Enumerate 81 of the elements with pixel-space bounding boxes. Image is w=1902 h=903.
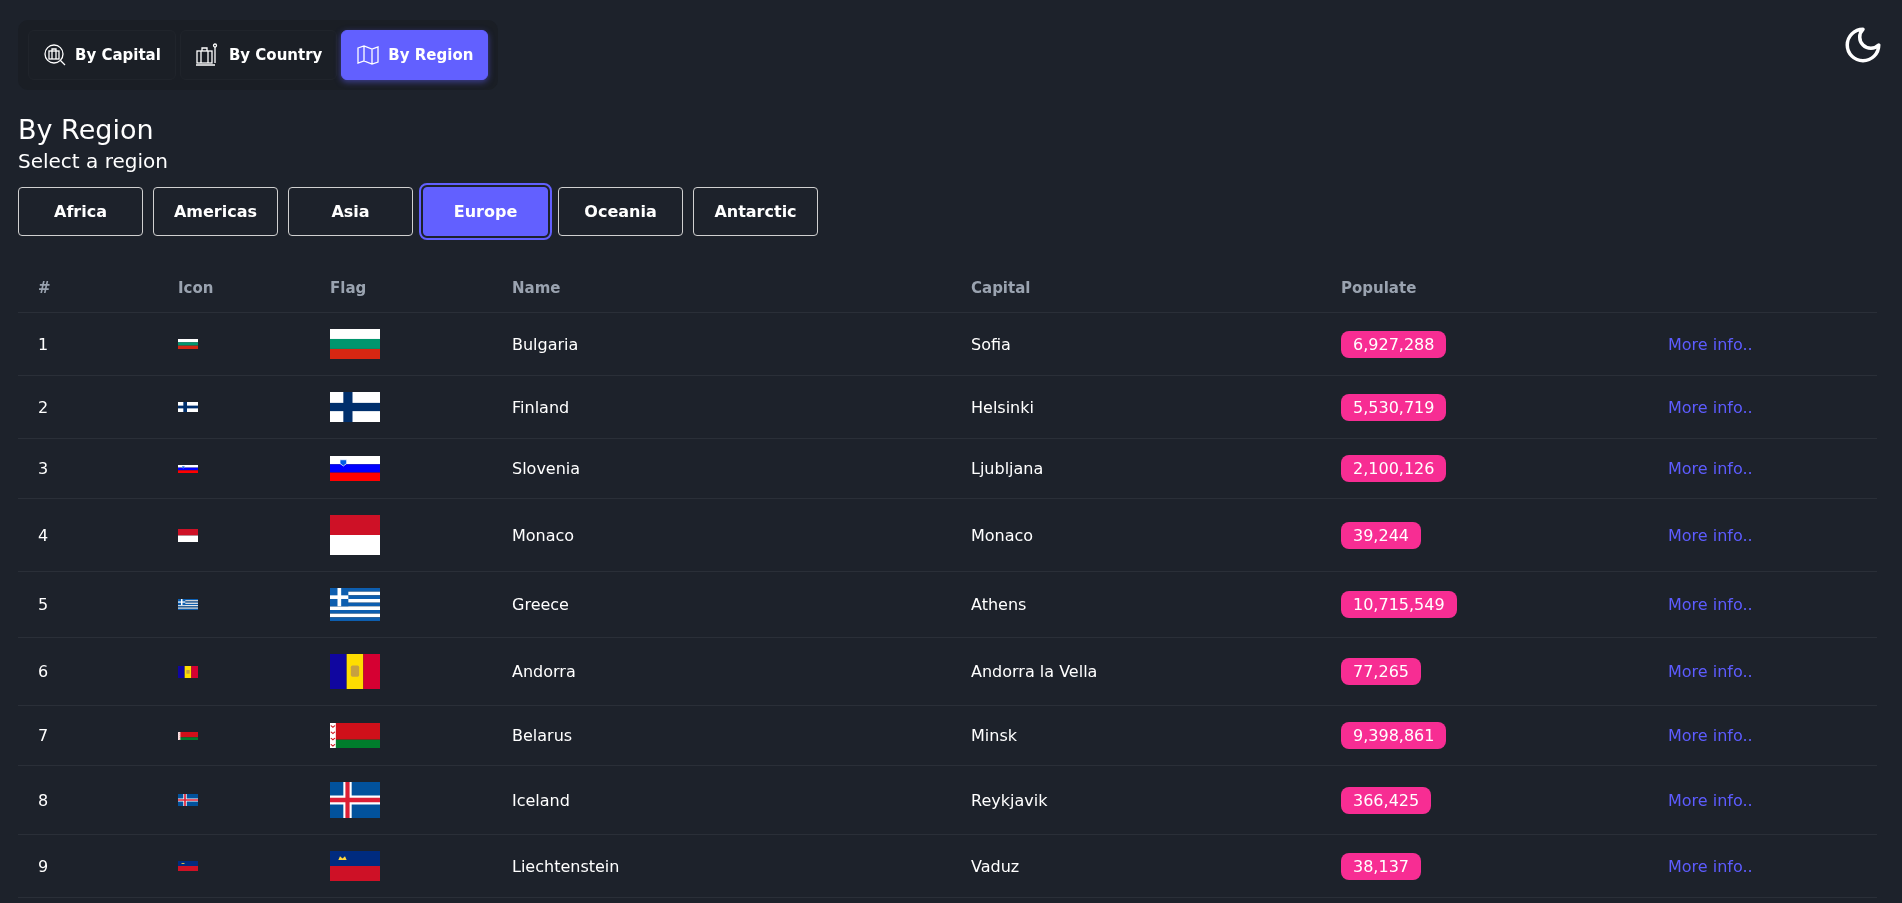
region-button[interactable]: Africa [18, 187, 143, 236]
tab[interactable]: By Region [341, 30, 489, 80]
more-info-link[interactable]: More info.. [1668, 662, 1753, 681]
row-number: 2 [37, 397, 50, 417]
flag-icon [178, 528, 198, 542]
more-info-link[interactable]: More info.. [1668, 397, 1753, 417]
country-name: Liechtenstein [511, 856, 621, 876]
region-button[interactable]: Oceania [558, 187, 683, 236]
region-button[interactable]: Asia [288, 187, 413, 236]
region-button[interactable]: Antarctic [693, 187, 818, 236]
flag-image [330, 654, 380, 689]
row-number: 4 [37, 525, 50, 545]
tab[interactable]: By Capital [28, 30, 176, 80]
row-number: 1 [37, 334, 50, 354]
flag-icon [178, 861, 198, 871]
flag-image [330, 456, 380, 481]
column-header: # [37, 279, 52, 297]
flag-icon [178, 339, 198, 349]
map-icon [356, 43, 381, 67]
country-name: Andorra [511, 662, 577, 681]
population-badge: 5,530,719 [1341, 393, 1447, 421]
population-badge: 39,244 [1341, 521, 1421, 549]
flag-image [330, 329, 380, 359]
capital-name: Athens [970, 595, 1028, 614]
flag-icon [178, 464, 198, 473]
country-name: Finland [511, 397, 571, 417]
row-number: 3 [37, 459, 50, 478]
capital-name: Vaduz [970, 856, 1021, 876]
more-info-link[interactable]: More info.. [1668, 459, 1753, 478]
country-name: Greece [511, 595, 570, 614]
flag-image [330, 723, 380, 748]
suitcase-search-icon [43, 43, 67, 67]
flag-image [330, 515, 380, 555]
column-header: Name [511, 279, 562, 297]
country-name: Belarus [511, 726, 574, 745]
page-title: By Region [18, 114, 155, 145]
flag-icon [178, 599, 198, 610]
population-badge: 6,927,288 [1341, 330, 1447, 358]
capital-name: Reykjavik [970, 790, 1049, 810]
population-badge: 366,425 [1341, 786, 1432, 814]
more-info-link[interactable]: More info.. [1668, 856, 1753, 876]
country-name: Bulgaria [511, 334, 580, 354]
column-header: Populate [1340, 279, 1418, 297]
more-info-link[interactable]: More info.. [1668, 525, 1753, 545]
flag-icon [178, 731, 198, 740]
column-header: Capital [970, 279, 1032, 297]
population-badge: 77,265 [1341, 658, 1421, 685]
flag-image [330, 588, 380, 621]
population-badge: 2,100,126 [1341, 455, 1447, 482]
more-info-link[interactable]: More info.. [1668, 595, 1753, 614]
row-number: 9 [37, 856, 50, 876]
population-badge: 10,715,549 [1341, 591, 1457, 618]
flag-icon [178, 794, 198, 806]
flag-icon [178, 665, 198, 678]
capital-name: Minsk [970, 726, 1018, 745]
flag-icon [178, 402, 198, 412]
flag-image [330, 782, 380, 818]
flag-image [330, 851, 380, 881]
country-name: Slovenia [511, 459, 582, 478]
row-number: 8 [37, 790, 50, 810]
country-name: Iceland [511, 790, 571, 810]
row-number: 5 [37, 595, 50, 614]
subtitle: Select a region [18, 149, 169, 173]
population-badge: 38,137 [1341, 852, 1421, 880]
more-info-link[interactable]: More info.. [1668, 334, 1753, 354]
capital-name: Ljubljana [970, 459, 1045, 478]
country-name: Monaco [511, 525, 576, 545]
more-info-link[interactable]: More info.. [1668, 790, 1753, 810]
column-header: Icon [177, 279, 215, 297]
flag-image [330, 392, 380, 422]
row-number: 7 [37, 726, 50, 745]
row-number: 6 [37, 662, 50, 681]
column-header: Flag [329, 279, 368, 297]
region-button[interactable]: Americas [153, 187, 278, 236]
capital-name: Monaco [970, 525, 1035, 545]
more-info-link[interactable]: More info.. [1668, 726, 1753, 745]
capital-name: Helsinki [970, 397, 1035, 417]
capital-name: Andorra la Vella [970, 662, 1099, 681]
capital-name: Sofia [970, 334, 1012, 354]
population-badge: 9,398,861 [1341, 722, 1447, 749]
tab[interactable]: By Country [179, 30, 338, 80]
